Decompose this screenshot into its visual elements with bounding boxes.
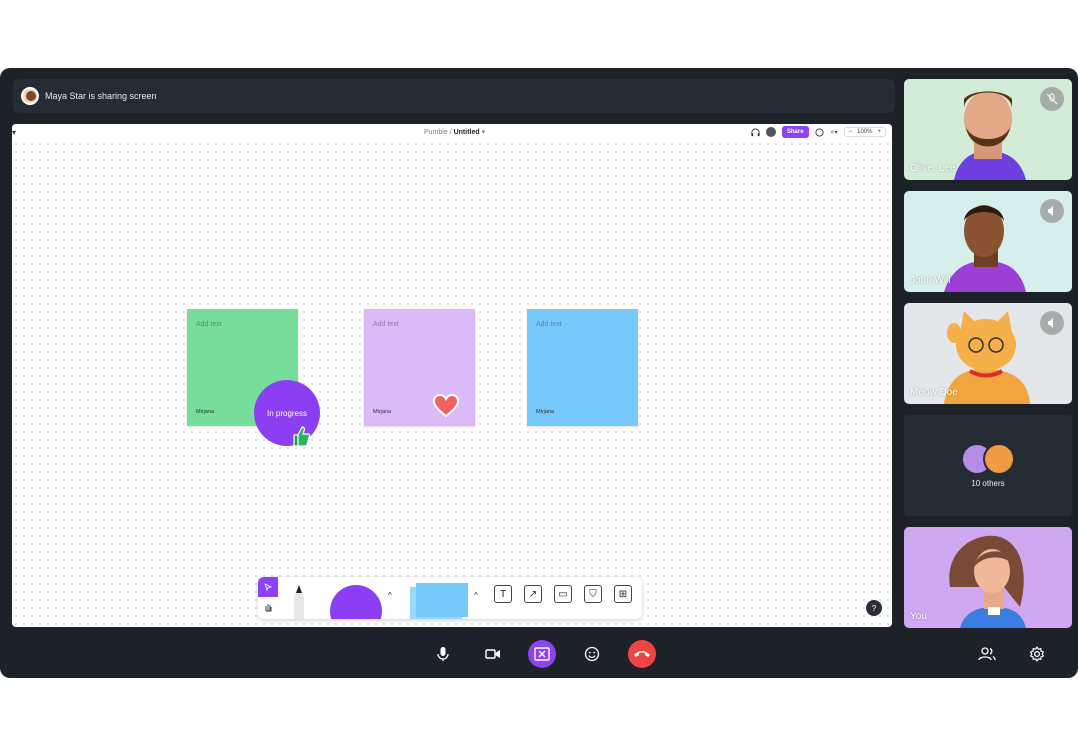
note-placeholder: Add text <box>373 321 399 328</box>
settings-button[interactable] <box>1023 640 1051 668</box>
zoom-in-icon[interactable]: + <box>877 129 881 135</box>
cursor-icon <box>264 583 272 591</box>
breadcrumb-separator: / <box>449 129 452 136</box>
avatar <box>949 535 1026 628</box>
speaker-icon <box>1040 311 1064 335</box>
tool-icons: T ↗ ▭ ⛉ ⊞ <box>494 585 632 603</box>
connector-tool-icon[interactable]: ↗ <box>524 585 542 603</box>
headphones-icon[interactable] <box>751 127 760 137</box>
collaborator-avatar[interactable] <box>765 127 776 137</box>
mic-muted-icon <box>1040 87 1064 111</box>
emoji-icon <box>584 646 600 662</box>
app-menu-icon[interactable]: ▾ <box>12 128 16 137</box>
camera-button[interactable] <box>479 640 507 668</box>
participant-name: Meow Doe <box>910 387 958 398</box>
heart-icon <box>433 394 459 418</box>
sticky-note-tool[interactable] <box>416 583 468 617</box>
others-tile[interactable]: 10 others <box>904 415 1072 516</box>
shape-expand-icon[interactable]: ^ <box>388 591 392 600</box>
share-button[interactable]: Share <box>781 126 809 138</box>
effects-icon[interactable]: ✧▾ <box>830 129 838 136</box>
whiteboard-topbar: ▾ Pumble / Untitled ▾ Share ✧▾ − 100% + <box>12 124 892 142</box>
breadcrumb-file[interactable]: Untitled <box>454 129 480 136</box>
note-author: Mirjana <box>373 409 392 415</box>
participant-name: John Will <box>910 275 951 286</box>
help-button[interactable]: ? <box>866 600 882 616</box>
stamp-tool-icon[interactable]: ⛉ <box>584 585 602 603</box>
select-tool[interactable] <box>258 577 278 597</box>
self-tile[interactable]: You <box>904 527 1072 628</box>
pen-tool-icon[interactable] <box>292 583 306 619</box>
mic-icon <box>437 647 449 661</box>
call-controls <box>0 632 1078 678</box>
people-icon <box>978 647 996 661</box>
zoom-control[interactable]: − 100% + <box>843 127 886 137</box>
shared-whiteboard[interactable]: ▾ Pumble / Untitled ▾ Share ✧▾ − 100% + <box>12 124 892 627</box>
others-count: 10 others <box>971 479 1005 488</box>
avatar <box>983 443 1015 475</box>
stop-share-button[interactable] <box>528 640 556 668</box>
note-author: Mirjana <box>196 409 215 415</box>
comment-icon[interactable] <box>815 127 824 137</box>
reactions-button[interactable] <box>578 640 606 668</box>
breadcrumb-workspace[interactable]: Pumble <box>424 129 448 136</box>
note-placeholder: Add text <box>536 321 562 328</box>
shape-tool[interactable] <box>330 585 382 619</box>
settings-icon <box>1030 646 1044 662</box>
zoom-out-icon[interactable]: − <box>849 129 853 135</box>
camera-icon <box>485 649 500 659</box>
breadcrumb: Pumble / Untitled ▾ <box>424 129 486 136</box>
text-tool-icon[interactable]: T <box>494 585 512 603</box>
stop-share-icon <box>534 647 550 661</box>
more-tools-icon[interactable]: ⊞ <box>614 585 632 603</box>
participant-name: Oliver Lee <box>910 163 956 174</box>
participant-tile[interactable]: Oliver Lee <box>904 79 1072 180</box>
note-placeholder: Add text <box>196 321 222 328</box>
sticky-expand-icon[interactable]: ^ <box>474 591 478 600</box>
whiteboard-toolbar: ^ ^ T ↗ ▭ ⛉ ⊞ <box>258 577 642 619</box>
hangup-icon <box>634 651 650 657</box>
presenter-avatar <box>21 87 39 105</box>
others-group: 10 others <box>904 415 1072 516</box>
note-author: Mirjana <box>536 409 555 415</box>
frame-tool-icon[interactable]: ▭ <box>554 585 572 603</box>
hand-tool[interactable] <box>258 597 278 617</box>
zoom-level: 100% <box>857 129 873 135</box>
meeting-window: Maya Star is sharing screen ▾ Pumble / U… <box>0 68 1078 678</box>
sticky-note[interactable]: Add text Mirjana <box>527 309 638 426</box>
thumbs-up-icon <box>293 426 311 447</box>
hangup-button[interactable] <box>628 640 656 668</box>
hand-icon <box>265 604 272 612</box>
mic-button[interactable] <box>429 640 457 668</box>
whiteboard-actions: Share ✧▾ − 100% + <box>751 126 886 138</box>
participants-button[interactable] <box>973 640 1001 668</box>
participant-tile[interactable]: Meow Doe <box>904 303 1072 404</box>
speaker-icon <box>1040 199 1064 223</box>
participant-tile[interactable]: John Will <box>904 191 1072 292</box>
others-avatars <box>961 443 1015 475</box>
participant-name: You <box>910 611 927 622</box>
sharing-text: Maya Star is sharing screen <box>45 91 157 101</box>
sharing-banner: Maya Star is sharing screen <box>13 79 895 113</box>
